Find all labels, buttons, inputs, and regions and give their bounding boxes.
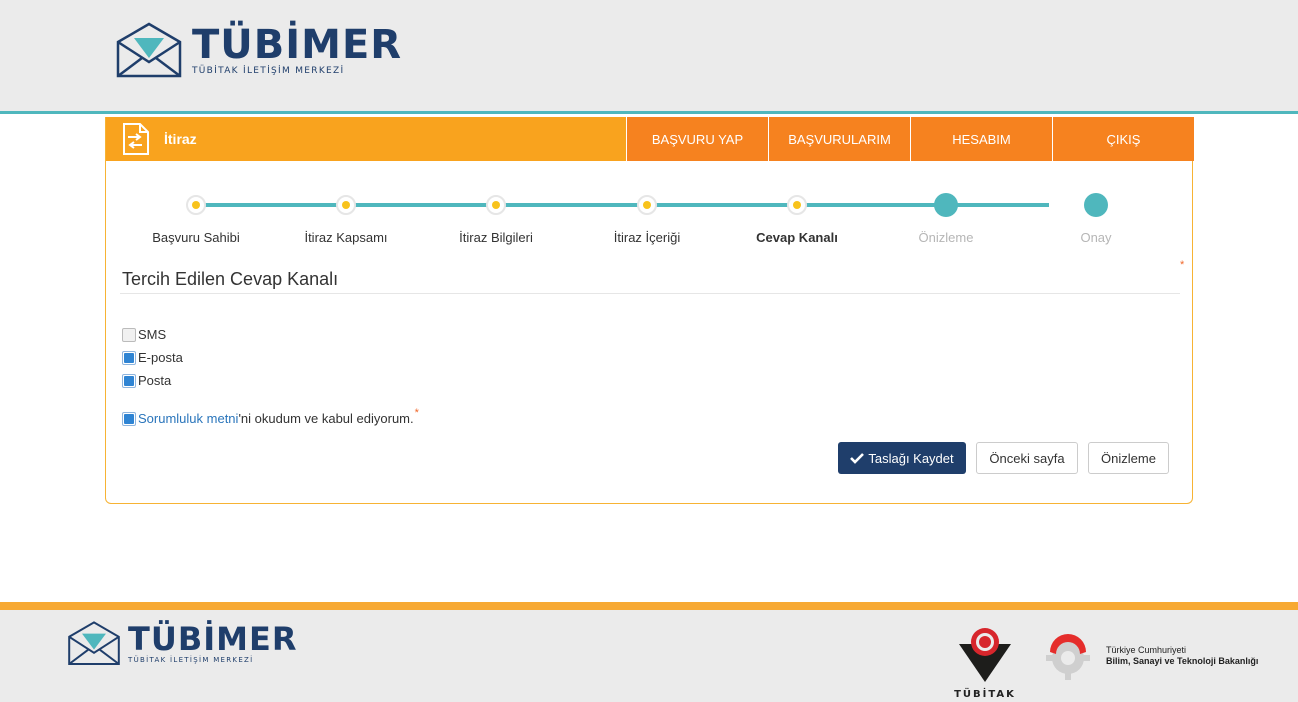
step-onizleme: Önizleme (866, 193, 1026, 245)
tubitak-label: TÜBİTAK (954, 689, 1016, 700)
step-todo-icon (1084, 193, 1108, 217)
step-done-icon (336, 195, 356, 215)
form-panel: İtiraz BAŞVURU YAP BAŞVURULARIM HESABIM … (105, 117, 1194, 504)
step-current-icon (787, 195, 807, 215)
step-itiraz-bilgileri: İtiraz Bilgileri (416, 193, 576, 245)
option-label: SMS (138, 327, 167, 342)
step-onay: Onay (1016, 193, 1176, 245)
site-header: TÜBİMER TÜBİTAK İLETİŞİM MERKEZİ (0, 0, 1298, 114)
gear-icon (1046, 634, 1090, 680)
nav-cikis[interactable]: ÇIKIŞ (1052, 117, 1194, 161)
page-title: İtiraz (164, 131, 197, 147)
ministry-line1: Türkiye Cumhuriyeti (1106, 645, 1187, 655)
logo-title: TÜBİMER (192, 22, 403, 68)
preview-button[interactable]: Önizleme (1088, 442, 1169, 474)
posta-checkbox[interactable] (122, 373, 136, 388)
check-icon (850, 453, 865, 464)
step-todo-icon (934, 193, 958, 217)
step-label: Önizleme (918, 230, 974, 245)
step-cevap-kanali: Cevap Kanalı (717, 193, 877, 245)
option-label: Posta (138, 373, 172, 388)
terms-link[interactable]: Sorumluluk metni (138, 411, 238, 426)
step-label: Başvuru Sahibi (152, 230, 240, 245)
agreement-row: Sorumluluk metni'ni okudum ve kabul ediy… (122, 407, 419, 426)
step-itiraz-icerigi: İtiraz İçeriği (567, 193, 727, 245)
progress-stepper: Başvuru Sahibi İtiraz Kapsamı İtiraz Bil… (120, 193, 1180, 245)
document-arrows-icon (123, 123, 149, 155)
agreement-checkbox[interactable] (122, 411, 136, 426)
agreement-text: 'ni okudum ve kabul ediyorum. (238, 411, 414, 426)
site-footer: TÜBİMER TÜBİTAK İLETİŞİM MERKEZİ TÜBİTAK (0, 602, 1298, 702)
step-label: İtiraz Kapsamı (304, 230, 388, 245)
step-itiraz-kapsami: İtiraz Kapsamı (266, 193, 426, 245)
nav-basvurularim[interactable]: BAŞVURULARIM (768, 117, 910, 161)
tubitak-logo[interactable]: TÜBİTAK (950, 626, 1020, 700)
step-done-icon (186, 195, 206, 215)
divider (120, 293, 1180, 294)
ministry-text: Türkiye Cumhuriyeti Bilim, Sanayi ve Tek… (1106, 645, 1258, 667)
nav-basvuru-yap[interactable]: BAŞVURU YAP (626, 117, 768, 161)
page-title-area: İtiraz (106, 117, 626, 161)
step-label: İtiraz Bilgileri (459, 230, 533, 245)
required-marker: * (1180, 259, 1185, 271)
option-sms[interactable]: SMS (122, 327, 166, 342)
step-label: Cevap Kanalı (756, 230, 838, 245)
step-basvuru-sahibi: Başvuru Sahibi (116, 193, 276, 245)
step-done-icon (637, 195, 657, 215)
step-label: Onay (1080, 230, 1112, 245)
ministry-line2: Bilim, Sanayi ve Teknoloji Bakanlığı (1106, 656, 1259, 666)
footer-logo-title: TÜBİMER (128, 620, 298, 658)
nav-hesabim[interactable]: HESABIM (910, 117, 1052, 161)
top-nav-bar: İtiraz BAŞVURU YAP BAŞVURULARIM HESABIM … (106, 117, 1194, 161)
save-draft-button[interactable]: Taslağı Kaydet (838, 442, 966, 474)
footer-tubimer-logo[interactable]: TÜBİMER TÜBİTAK İLETİŞİM MERKEZİ (66, 620, 297, 668)
ministry-logo[interactable]: Türkiye Cumhuriyeti Bilim, Sanayi ve Tek… (1040, 632, 1258, 680)
option-eposta[interactable]: E-posta (122, 350, 183, 365)
tubitak-emblem-icon (959, 628, 1011, 682)
required-marker: * (414, 406, 419, 419)
section-title: Tercih Edilen Cevap Kanalı (122, 269, 339, 289)
sms-checkbox[interactable] (122, 327, 136, 342)
step-done-icon (486, 195, 506, 215)
previous-page-button[interactable]: Önceki sayfa (976, 442, 1078, 474)
envelope-logo-icon (116, 22, 182, 78)
envelope-logo-icon (68, 621, 120, 665)
option-label: E-posta (138, 350, 183, 365)
save-draft-label: Taslağı Kaydet (868, 450, 954, 466)
step-label: İtiraz İçeriği (613, 230, 681, 245)
option-posta[interactable]: Posta (122, 373, 171, 388)
tubimer-logo[interactable]: TÜBİMER TÜBİTAK İLETİŞİM MERKEZİ (114, 22, 402, 80)
eposta-checkbox[interactable] (122, 350, 136, 365)
